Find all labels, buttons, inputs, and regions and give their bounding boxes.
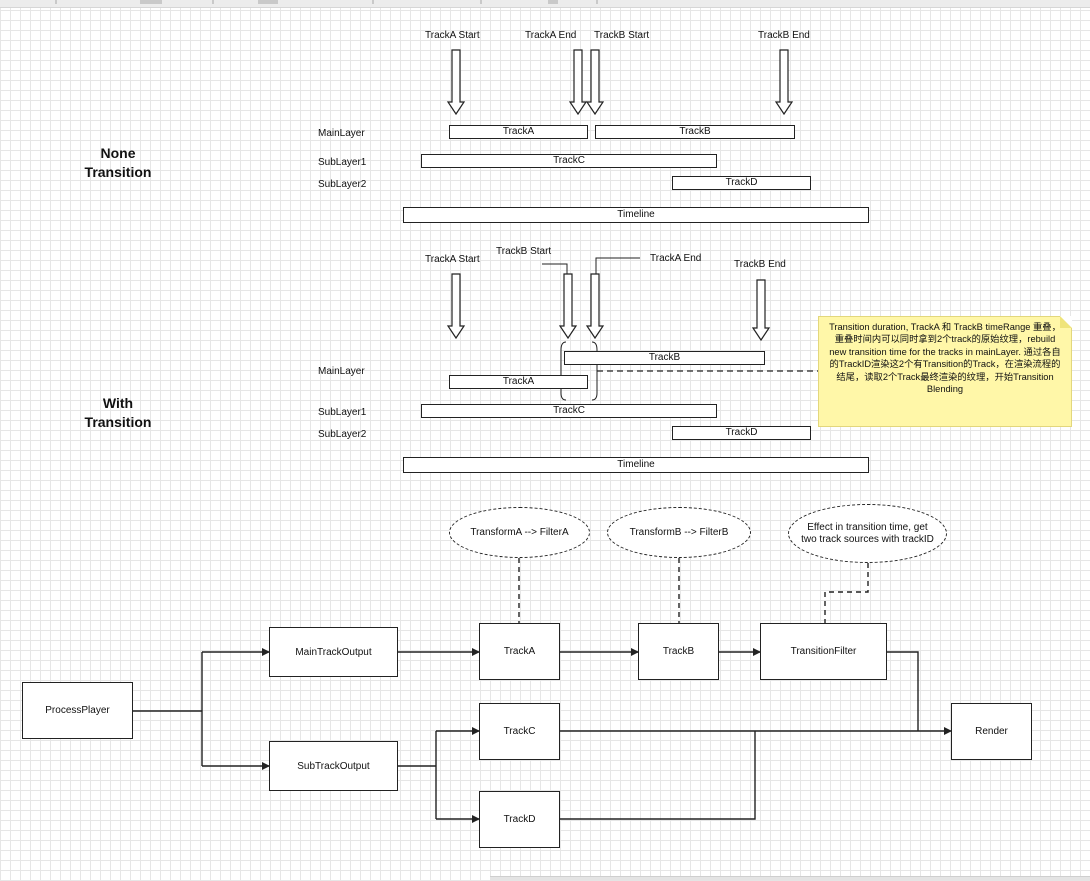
track-bar[interactable]: TrackC [421, 154, 717, 168]
marker-arrow [568, 49, 588, 116]
track-bar[interactable]: TrackC [421, 404, 717, 418]
marker-label: TrackB End [734, 259, 786, 270]
marker-label: TrackB Start [594, 30, 650, 41]
note-fold-corner [1060, 316, 1072, 328]
track-bar[interactable]: TrackB [564, 351, 765, 365]
effect-connector [824, 563, 869, 623]
transition-note[interactable]: Transition duration, TrackA 和 TrackB tim… [818, 316, 1072, 427]
section-title-none-transition: None Transition [84, 145, 152, 180]
flow-line [887, 651, 919, 731]
bottom-scrollbar[interactable] [490, 876, 1090, 881]
marker-arrow [751, 279, 771, 342]
timeline-bar[interactable]: Timeline [403, 207, 869, 223]
timeline-bar[interactable]: Timeline [403, 457, 869, 473]
sub-track-output-node[interactable]: SubTrackOutput [269, 741, 398, 791]
main-track-output-node[interactable]: MainTrackOutput [269, 627, 398, 677]
marker-arrow [585, 273, 605, 340]
label-leader [542, 263, 568, 274]
layer-label: MainLayer [318, 366, 365, 377]
track-bar[interactable]: TrackA [449, 125, 588, 139]
marker-arrow [446, 273, 466, 340]
marker-label: TrackA End [650, 253, 702, 264]
layer-label: SubLayer1 [318, 407, 367, 418]
track-bar[interactable]: TrackD [672, 426, 811, 440]
track-b-node[interactable]: TrackB [638, 623, 719, 680]
effect-ellipse-transform-b[interactable]: TransformB --> FilterB [607, 507, 751, 558]
transition-note-text: Transition duration, TrackA 和 TrackB tim… [829, 322, 1061, 395]
effect-ellipse-transition[interactable]: Effect in transition time, get two track… [788, 504, 947, 563]
section-title-with-transition: With Transition [84, 395, 152, 430]
layer-label: MainLayer [318, 128, 365, 139]
layer-label: SubLayer2 [318, 179, 367, 190]
marker-label: TrackA Start [425, 254, 480, 265]
label-leader [595, 257, 640, 274]
transition-filter-node[interactable]: TransitionFilter [760, 623, 887, 680]
marker-arrow [774, 49, 794, 116]
track-bar[interactable]: TrackA [449, 375, 588, 389]
effect-label: Effect in transition time, get two track… [801, 521, 934, 545]
marker-arrow [446, 49, 466, 116]
flow-line [560, 731, 756, 820]
layer-label: SubLayer2 [318, 429, 367, 440]
marker-label: TrackB Start [496, 246, 552, 257]
layer-label: SubLayer1 [318, 157, 367, 168]
track-c-node[interactable]: TrackC [479, 703, 560, 760]
track-bar[interactable]: TrackD [672, 176, 811, 190]
track-d-node[interactable]: TrackD [479, 791, 560, 848]
effect-label: TransformB --> FilterB [629, 526, 729, 538]
effect-ellipse-transform-a[interactable]: TransformA --> FilterA [449, 507, 590, 558]
marker-arrow [558, 273, 578, 340]
render-node[interactable]: Render [951, 703, 1032, 760]
effect-label: TransformA --> FilterA [470, 526, 569, 538]
marker-label: TrackA End [525, 30, 577, 41]
marker-label: TrackA Start [425, 30, 480, 41]
track-a-node[interactable]: TrackA [479, 623, 560, 680]
marker-arrow [585, 49, 605, 116]
track-bar[interactable]: TrackB [595, 125, 795, 139]
marker-label: TrackB End [758, 30, 810, 41]
process-player-node[interactable]: ProcessPlayer [22, 682, 133, 739]
